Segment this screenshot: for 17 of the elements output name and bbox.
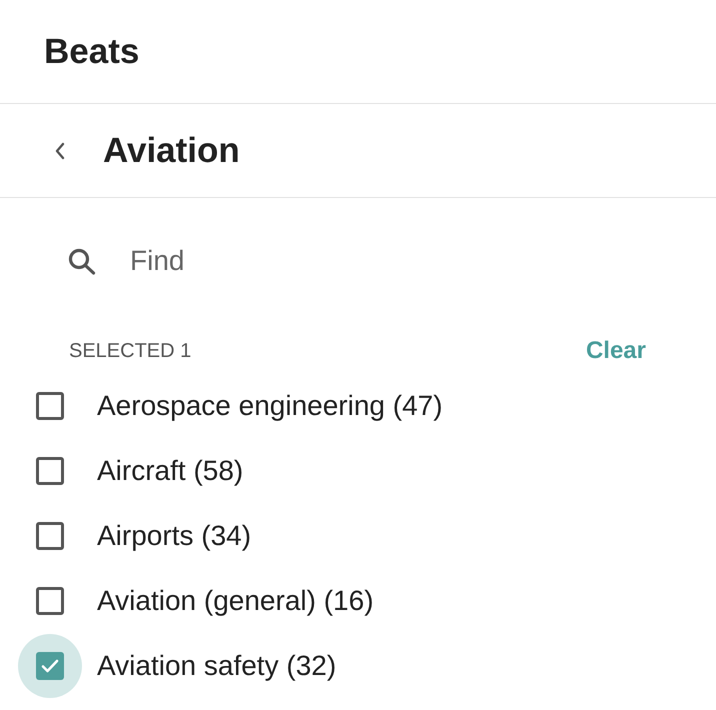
checkbox[interactable] xyxy=(36,456,64,484)
option-label[interactable]: Aviation safety (32) xyxy=(97,644,336,686)
checkbox[interactable] xyxy=(36,392,64,420)
checkbox[interactable] xyxy=(36,586,64,614)
option-label[interactable]: Airports (34) xyxy=(97,514,252,556)
search-icon xyxy=(68,248,96,274)
check-icon xyxy=(41,658,59,672)
option-label[interactable]: Aviation (general) (16) xyxy=(97,580,374,622)
checkbox[interactable] xyxy=(36,652,64,680)
option-label[interactable]: Aerospace engineering (47) xyxy=(97,384,443,426)
chevron-left-icon xyxy=(54,142,66,160)
checkbox[interactable] xyxy=(36,522,64,550)
option-label[interactable]: Aircraft (58) xyxy=(97,450,244,492)
search-field[interactable]: Find xyxy=(130,236,650,286)
panel-title: Beats xyxy=(44,34,140,69)
section-title: Aviation xyxy=(103,133,240,168)
selected-count: SELECTED 1 xyxy=(69,339,192,364)
